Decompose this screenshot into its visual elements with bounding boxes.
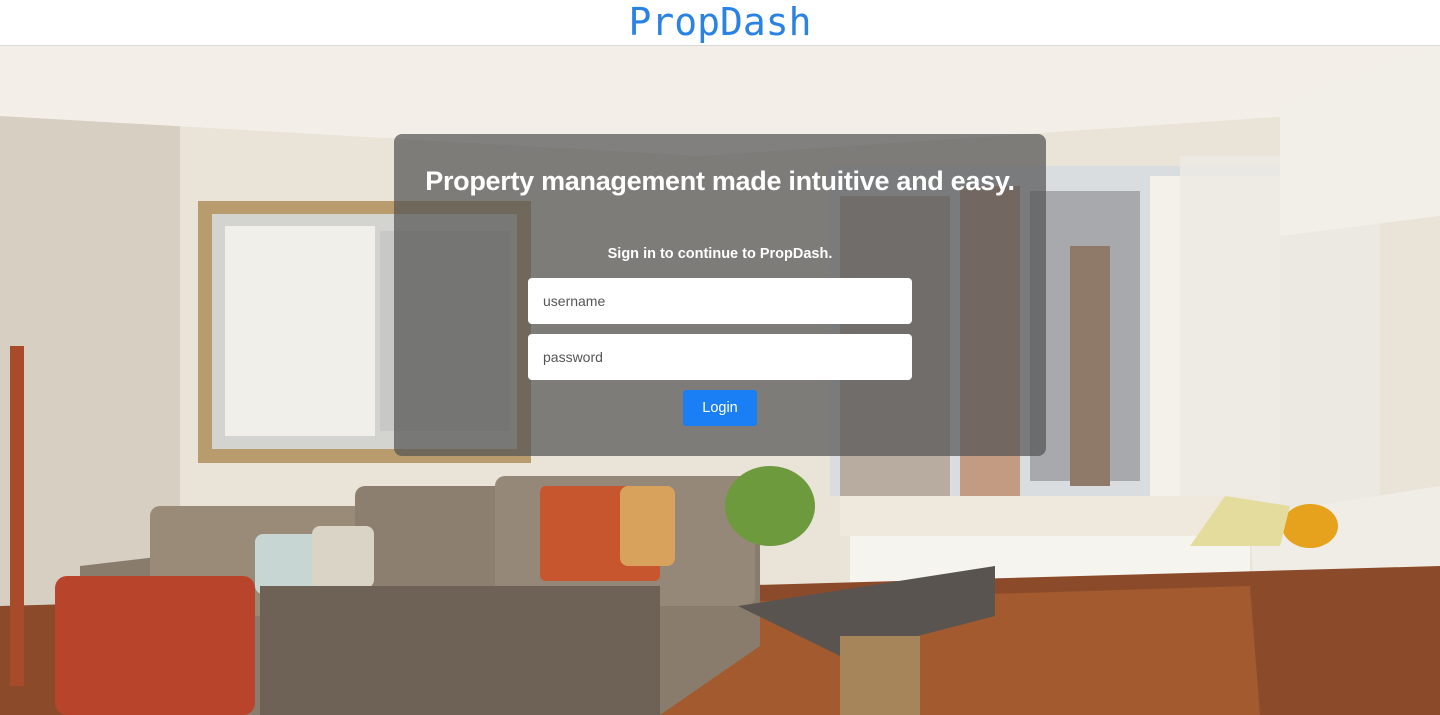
- username-input[interactable]: [528, 278, 912, 324]
- password-input[interactable]: [528, 334, 912, 380]
- signin-subheading: Sign in to continue to PropDash.: [607, 246, 833, 262]
- login-button[interactable]: Login: [683, 390, 757, 426]
- brand-logo[interactable]: PropDash: [628, 0, 811, 45]
- page-headline: Property management made intuitive and e…: [425, 166, 1015, 196]
- top-header: PropDash: [0, 0, 1440, 46]
- login-panel: Property management made intuitive and e…: [394, 134, 1046, 456]
